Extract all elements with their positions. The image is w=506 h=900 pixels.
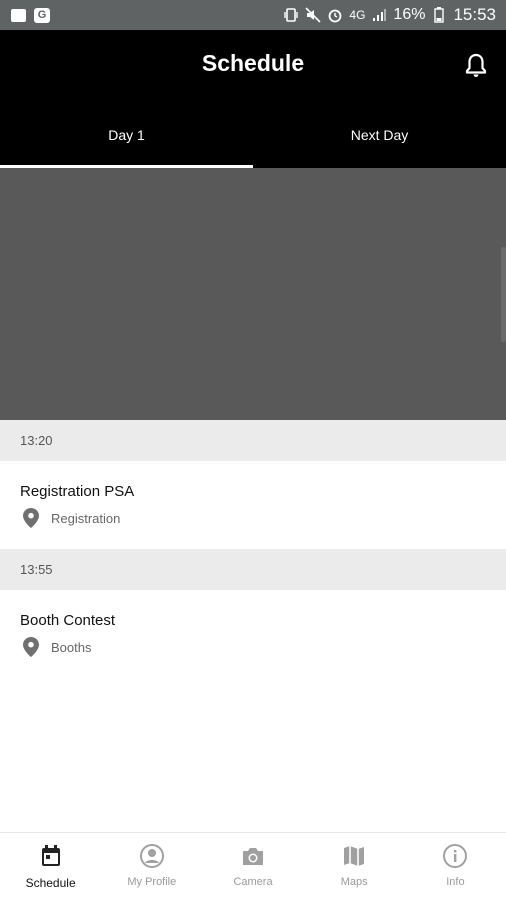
time-label: 13:20 [20,433,53,448]
status-time: 15:53 [453,5,496,24]
location-pin-icon [23,508,39,528]
schedule-list: 13:20 Registration PSA Registration 13:5… [0,420,506,678]
battery-percent: 16% [393,6,426,23]
session-title: Registration PSA [20,483,135,500]
alarm-icon [327,7,343,23]
bottom-navigation: Schedule My Profile Camera Maps Info [0,832,506,900]
session-location: Registration [20,508,506,528]
nav-label: My Profile [127,876,177,888]
nav-label: Schedule [25,876,76,890]
g-notification-icon: G [34,7,50,23]
nav-maps[interactable]: Maps [304,833,405,900]
vibrate-icon [283,7,299,23]
info-icon [443,844,468,868]
tab-next-day[interactable]: Next Day [253,114,506,168]
app-header: Schedule Day 1 Next Day [0,30,506,168]
map-icon [344,846,365,866]
battery-icon [431,7,447,23]
time-header: 13:55 [0,549,506,590]
page-title: Schedule [201,50,305,76]
session-title: Booth Contest [20,612,116,629]
nav-info[interactable]: Info [405,833,506,900]
nav-camera[interactable]: Camera [202,833,303,900]
scrollbar[interactable] [501,247,506,342]
location-pin-icon [23,637,39,657]
time-label: 13:55 [20,562,53,577]
list-item[interactable]: Registration PSA Registration [0,461,506,549]
nav-schedule[interactable]: Schedule [0,833,101,900]
nav-label: Camera [233,876,273,888]
day-tabs: Day 1 Next Day [0,114,506,168]
nav-label: Info [446,876,465,888]
camera-icon [243,848,263,865]
network-type-label: 4G [349,8,366,22]
calendar-icon [41,845,60,866]
mute-icon [305,7,321,23]
tab-day-1[interactable]: Day 1 [0,114,253,168]
image-notification-icon [10,7,26,23]
time-header: 13:20 [0,420,506,461]
status-bar: G 4G 16% 15:53 [0,0,506,30]
session-location: Booths [20,637,506,657]
banner-image [0,168,506,420]
nav-label: Maps [340,876,368,888]
status-left-icons: G [10,7,50,23]
tab-label: Day 1 [108,127,145,143]
signal-icon [371,7,387,23]
bell-icon[interactable] [464,52,488,78]
location-label: Registration [51,510,121,526]
location-label: Booths [51,639,92,655]
status-right-icons: 4G 16% 15:53 [283,5,496,25]
tab-label: Next Day [350,127,409,143]
profile-icon [139,844,164,868]
list-item[interactable]: Booth Contest Booths [0,590,506,678]
nav-my-profile[interactable]: My Profile [101,833,202,900]
